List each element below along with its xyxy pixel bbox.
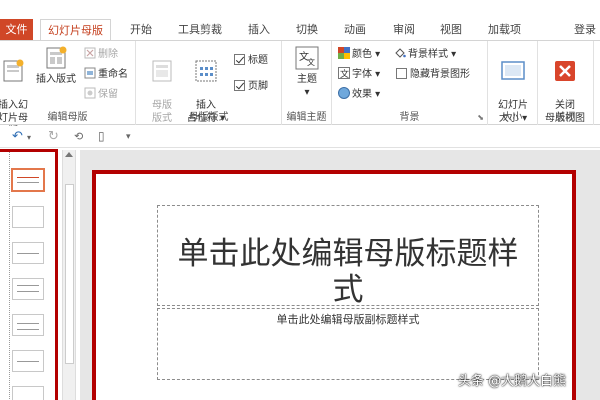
tab-file[interactable]: 文件 xyxy=(0,19,33,40)
insert-slide-master-button[interactable]: 插入幻 灯片母版 xyxy=(0,45,28,138)
layout-thumbnail[interactable] xyxy=(12,386,44,400)
themes-button[interactable]: 文 文 主题 ▾ xyxy=(290,45,324,99)
group-label-edit-theme: 编辑主题 xyxy=(286,112,327,123)
title-placeholder[interactable]: 单击此处编辑母版标题样式 xyxy=(157,205,539,308)
delete-label: 删除 xyxy=(98,49,118,60)
chevron-down-icon: ▾ xyxy=(304,87,310,98)
title-checkbox-label: 标题 xyxy=(248,55,268,66)
insert-layout-label: 插入版式 xyxy=(36,74,76,85)
group-background: 颜色 ▾ 文字体 ▾ 效果 ▾ 背景样式 ▾ 隐藏背景图形 背景 ⬊ xyxy=(332,41,488,125)
themes-icon: 文 文 xyxy=(295,46,319,70)
insert-layout-icon xyxy=(46,46,67,69)
colors-label: 颜色 xyxy=(352,49,372,60)
themes-label: 主题 xyxy=(297,74,317,85)
slide-size-icon xyxy=(501,61,525,80)
slide-master-thumbnail[interactable] xyxy=(11,168,45,192)
slide-editing-area: 单击此处编辑母版标题样式 单击此处编辑母版副标题样式 xyxy=(80,150,600,400)
rename-label: 重命名 xyxy=(98,69,128,80)
scrollbar-thumb[interactable] xyxy=(65,184,74,364)
rename-button[interactable]: 重命名 xyxy=(84,67,128,83)
fonts-button[interactable]: 文字体 ▾ xyxy=(338,67,380,83)
group-label-master-layout: 母版版式 xyxy=(188,112,229,123)
fonts-label: 字体 xyxy=(352,69,372,80)
effects-button[interactable]: 效果 ▾ xyxy=(338,87,380,103)
background-styles-button[interactable]: 背景样式 ▾ xyxy=(394,47,456,63)
slide-master-canvas[interactable]: 单击此处编辑母版标题样式 单击此处编辑母版副标题样式 xyxy=(92,170,576,400)
footer-checkbox[interactable]: 页脚 xyxy=(234,79,268,95)
ribbon-tab-bar: 文件 幻灯片母版 开始 工具剪裁 插入 切换 动画 审阅 视图 加载项 登录 xyxy=(0,0,600,41)
svg-text:文: 文 xyxy=(307,57,315,67)
chevron-down-icon: ▾ xyxy=(372,89,381,100)
tab-addins[interactable]: 加载项 xyxy=(488,19,521,40)
delete-button[interactable]: 删除 xyxy=(84,47,118,63)
background-styles-label: 背景样式 xyxy=(408,49,448,60)
master-layout-icon xyxy=(152,60,172,82)
group-label-size: 大小 xyxy=(502,112,523,123)
undo-icon[interactable]: ↶ xyxy=(12,129,23,144)
layout-thumbnail[interactable] xyxy=(12,278,44,300)
ribbon: 插入幻 灯片母版 插入版式 删除 重命名 保留 编辑母版 xyxy=(0,40,600,137)
group-label-background: 背景 xyxy=(399,112,420,123)
chevron-down-icon: ▾ xyxy=(448,49,457,60)
layout-thumbnail[interactable] xyxy=(12,242,44,264)
thumbnail-scrollbar[interactable] xyxy=(62,150,76,400)
colors-button[interactable]: 颜色 ▾ xyxy=(338,47,380,63)
svg-text:文: 文 xyxy=(340,68,349,79)
preserve-button[interactable]: 保留 xyxy=(84,87,118,103)
preserve-icon xyxy=(84,87,96,99)
title-checkbox[interactable]: 标题 xyxy=(234,53,268,69)
checkbox-checked-icon xyxy=(234,80,245,91)
group-label-close: 关闭 xyxy=(555,112,576,123)
delete-icon xyxy=(84,47,96,59)
colors-icon xyxy=(338,47,350,59)
group-master-layout: 母版 版式 插入 占位符 ▾ 标题 页脚 母版版式 xyxy=(136,41,282,125)
footer-checkbox-label: 页脚 xyxy=(248,81,268,92)
group-size: 幻灯片 大小 ▾ 大小 xyxy=(488,41,538,125)
rename-icon xyxy=(84,67,96,79)
tab-view[interactable]: 视图 xyxy=(440,19,462,40)
customize-toolbar-icon[interactable]: ▾ xyxy=(126,132,131,142)
tab-review[interactable]: 审阅 xyxy=(393,19,415,40)
hide-background-checkbox[interactable]: 隐藏背景图形 xyxy=(396,67,470,83)
layout-thumbnail[interactable] xyxy=(12,314,44,336)
undo-dropdown-icon[interactable]: ▾ xyxy=(27,133,31,142)
new-document-icon[interactable]: ▯ xyxy=(98,129,105,143)
group-edit-theme: 文 文 主题 ▾ 编辑主题 xyxy=(282,41,332,125)
close-icon xyxy=(555,61,575,81)
quick-access-toolbar: ↶ ▾ ↻ ⟲ ▯ ▾ xyxy=(0,126,600,148)
chevron-down-icon: ▾ xyxy=(372,69,381,80)
paint-bucket-icon xyxy=(395,48,406,58)
slide-thumbnail-pane xyxy=(0,149,58,400)
tab-slide-master[interactable]: 幻灯片母版 xyxy=(40,19,111,41)
insert-layout-button[interactable]: 插入版式 xyxy=(32,45,80,86)
tab-toolbox[interactable]: 工具剪裁 xyxy=(178,19,222,40)
checkbox-unchecked-icon xyxy=(396,68,407,79)
group-close: 关闭 母版视图 关闭 xyxy=(538,41,594,125)
tab-transitions[interactable]: 切换 xyxy=(296,19,318,40)
scroll-up-icon[interactable] xyxy=(65,152,73,157)
tab-home[interactable]: 开始 xyxy=(130,19,152,40)
layout-thumbnail[interactable] xyxy=(12,350,44,372)
slideshow-icon[interactable]: ⟲ xyxy=(74,130,83,143)
master-tree-line xyxy=(9,152,10,400)
tab-animations[interactable]: 动画 xyxy=(344,19,366,40)
group-label-edit-master: 编辑母版 xyxy=(47,112,88,123)
hide-background-label: 隐藏背景图形 xyxy=(410,69,470,80)
insert-placeholder-icon xyxy=(195,60,217,82)
checkbox-checked-icon xyxy=(234,54,245,65)
fonts-icon: 文 xyxy=(338,67,350,79)
group-edit-master: 插入幻 灯片母版 插入版式 删除 重命名 保留 编辑母版 xyxy=(0,41,136,137)
tab-insert[interactable]: 插入 xyxy=(248,19,270,40)
dialog-launcher-icon[interactable]: ⬊ xyxy=(477,113,484,122)
chevron-down-icon: ▾ xyxy=(372,49,381,60)
preserve-label: 保留 xyxy=(98,89,118,100)
effects-icon xyxy=(338,87,350,99)
login-link[interactable]: 登录 xyxy=(574,19,596,40)
redo-icon[interactable]: ↻ xyxy=(48,129,59,144)
effects-label: 效果 xyxy=(352,89,372,100)
layout-thumbnail[interactable] xyxy=(12,206,44,228)
insert-slide-master-icon xyxy=(3,59,24,82)
watermark: 头条 @大鹅大白熊 xyxy=(458,374,567,389)
